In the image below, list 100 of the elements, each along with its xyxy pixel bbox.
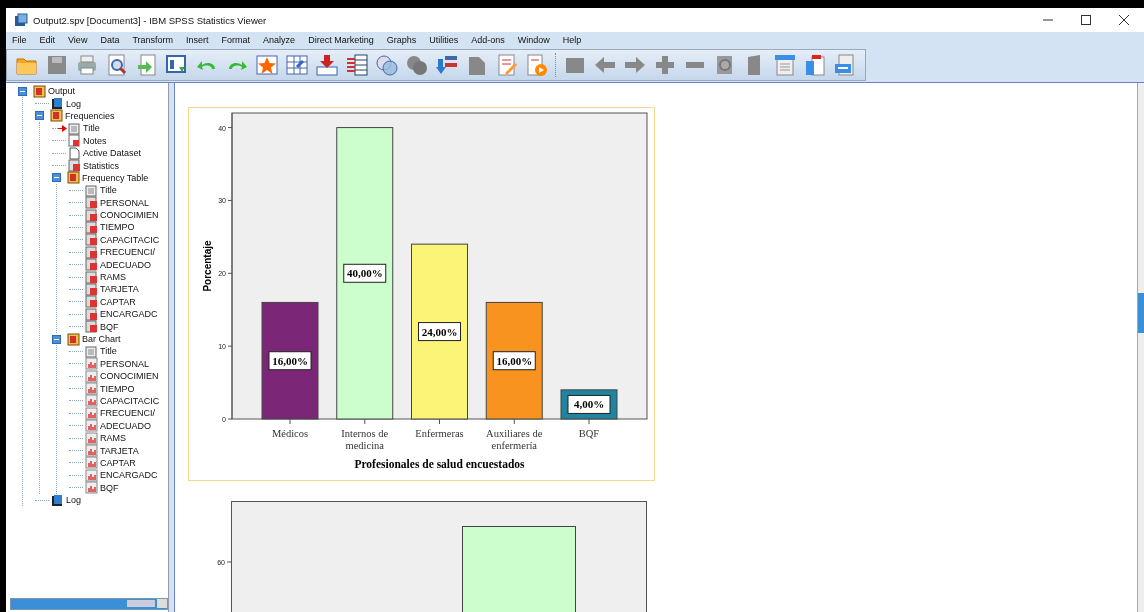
book-folder-icon [33, 84, 46, 98]
outline-item[interactable]: BQF [100, 482, 119, 493]
menu-item[interactable]: Insert [186, 35, 209, 45]
menu-item[interactable]: View [68, 35, 88, 45]
menu-item[interactable]: Add-ons [471, 35, 505, 45]
outline-item[interactable]: BQF [100, 321, 119, 332]
menu-item[interactable]: Graphs [386, 35, 417, 45]
outline-item[interactable]: Title [100, 346, 117, 357]
menu-item[interactable]: Edit [39, 35, 56, 45]
outline-item[interactable]: ADECUADO [100, 420, 151, 431]
collapse-toggle[interactable] [18, 86, 30, 96]
printer-icon[interactable] [75, 53, 99, 77]
category-label: Médicos [271, 428, 309, 439]
title-page-icon [68, 121, 81, 135]
category-label: Internos de medicina [341, 428, 389, 451]
outline-item[interactable]: RAMS [100, 433, 126, 444]
collapse-toggle[interactable] [52, 173, 64, 183]
value-label: 4,00% [567, 394, 611, 414]
menu-item[interactable]: Utilities [429, 35, 459, 45]
columns-icon[interactable] [345, 53, 369, 77]
table-page-icon [85, 258, 98, 272]
outline-item[interactable]: RAMS [100, 272, 126, 283]
outline-item[interactable]: ENCARGADC [100, 309, 158, 320]
pages-icon[interactable] [803, 53, 827, 77]
notebook-icon [51, 97, 64, 111]
menu-item[interactable]: Analyze [263, 35, 296, 45]
outline-item[interactable]: PERSONAL [100, 197, 150, 208]
overlapping-circles-icon[interactable] [405, 53, 429, 77]
outline-item[interactable]: Title [100, 185, 117, 196]
book-folder-icon [50, 109, 63, 123]
outline-item[interactable]: FRECUENCI/ [100, 408, 155, 419]
menu-item[interactable]: Help [562, 35, 582, 45]
menu-item[interactable]: File [12, 35, 27, 45]
outline-item[interactable]: Log [66, 495, 82, 506]
category-label: BQF [578, 428, 600, 439]
outline-item[interactable]: CAPACITACIC [100, 234, 160, 245]
menu-item[interactable]: Direct Marketing [308, 35, 374, 45]
overlapping-circles-icon[interactable] [375, 53, 399, 77]
chart-page-icon [85, 456, 98, 470]
list-page-icon[interactable] [773, 53, 797, 77]
outline-item[interactable]: TIEMPO [100, 222, 135, 233]
chart-page-icon [85, 357, 98, 371]
page-play-icon[interactable] [525, 53, 549, 77]
notebook-icon [51, 493, 64, 507]
outline-item[interactable]: CAPTAR [100, 457, 136, 468]
outline-item[interactable]: Frequency Table [82, 172, 149, 183]
horizontal-scrollbar[interactable] [10, 598, 168, 610]
menu-item[interactable]: Format [221, 35, 251, 45]
outline-item[interactable]: Title [83, 123, 100, 134]
menu-item[interactable]: Window [517, 35, 550, 45]
outline-item[interactable]: CONOCIMIEN [100, 210, 159, 221]
value-label: 24,00% [418, 322, 461, 342]
outline-item[interactable]: CAPACITACIC [100, 395, 160, 406]
table-page-icon [85, 270, 98, 284]
table-page-icon [85, 320, 98, 334]
table-page-icon [85, 233, 98, 247]
maximize-icon[interactable] [1080, 14, 1092, 26]
chart-page-icon [85, 394, 98, 408]
chart-page-icon [85, 431, 98, 445]
outline-item[interactable]: ENCARGADC [100, 470, 158, 481]
outline-item[interactable]: Frequencies [65, 110, 115, 121]
title-page-icon [85, 344, 98, 358]
page-arrow-icon[interactable] [135, 53, 159, 77]
page-icon [68, 146, 81, 160]
outline-item[interactable]: Notes [83, 135, 107, 146]
table-page-icon [85, 245, 98, 259]
chart-page-icon [85, 468, 98, 482]
outline-item[interactable]: Log [66, 98, 82, 109]
chart-page-icon [85, 382, 98, 396]
vertical-scrollbar[interactable] [1137, 83, 1144, 612]
collapse-toggle[interactable] [35, 111, 47, 121]
outline-item[interactable]: CAPTAR [100, 296, 136, 307]
page-arrows-icon[interactable] [833, 53, 857, 77]
collapse-toggle[interactable] [52, 334, 64, 344]
down-arrow-bar-icon[interactable] [315, 53, 339, 77]
table-page-icon [85, 196, 98, 210]
page-magnifier-icon[interactable] [105, 53, 129, 77]
outline-item[interactable]: PERSONAL [100, 358, 150, 369]
outline-item[interactable]: ADECUADO [100, 259, 151, 270]
star-grid-icon[interactable] [255, 53, 279, 77]
page-pencil-icon[interactable] [495, 53, 519, 77]
outline-item[interactable]: TIEMPO [100, 383, 135, 394]
axis-title: Porcentaje [202, 240, 213, 292]
outline-item[interactable]: Statistics [83, 160, 119, 171]
pane-splitter[interactable] [169, 83, 175, 612]
outline-item[interactable]: TARJETA [100, 445, 139, 456]
table-page-icon [85, 221, 98, 234]
grid-arrow-icon[interactable] [285, 53, 309, 77]
close-icon[interactable] [1118, 14, 1130, 26]
outline-item[interactable]: FRECUENCI/ [100, 247, 155, 258]
outline-item[interactable]: Active Dataset [83, 148, 142, 159]
plus-icon[interactable] [653, 53, 677, 77]
menu-item[interactable]: Data [100, 35, 120, 45]
outline-item[interactable]: TARJETA [100, 284, 139, 295]
window-title: Output2.spv [Document3] - IBM SPSS Statistics Viewer [33, 14, 267, 26]
table-page-icon [85, 282, 98, 296]
outline-item[interactable]: Bar Chart [82, 334, 121, 344]
outline-item[interactable]: Output [48, 86, 76, 97]
outline-item[interactable]: CONOCIMIEN [100, 371, 159, 382]
menu-item[interactable]: Transform [132, 35, 174, 45]
